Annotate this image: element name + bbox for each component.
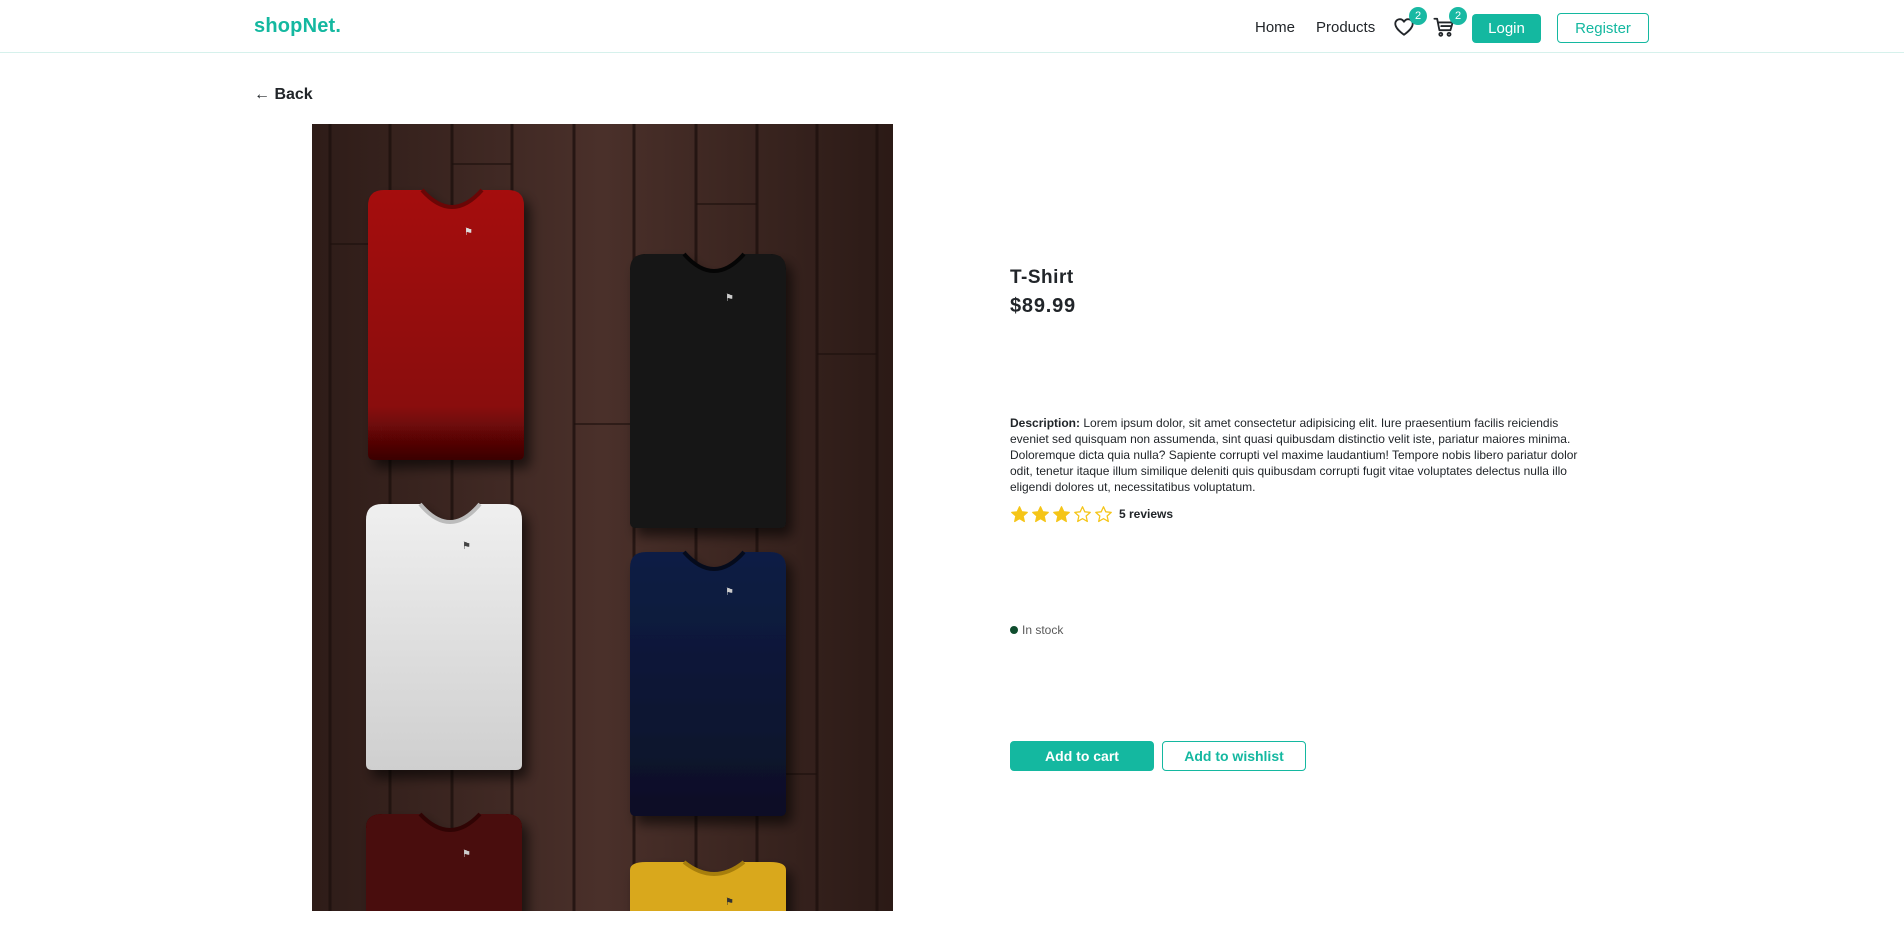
wishlist-button[interactable]: 2 bbox=[1393, 7, 1427, 40]
description-label: Description: bbox=[1010, 416, 1081, 430]
nav-home-link[interactable]: Home bbox=[1255, 19, 1295, 36]
register-button[interactable]: Register bbox=[1557, 13, 1649, 43]
star-filled-icon bbox=[1011, 505, 1028, 522]
product-image: ⚑ ⚑ ⚑ ⚑ ⚑ ⚑ bbox=[312, 124, 893, 911]
brand-logo[interactable]: shopNet. bbox=[254, 15, 341, 38]
cart-count-badge: 2 bbox=[1449, 7, 1467, 25]
svg-text:⚑: ⚑ bbox=[462, 849, 471, 860]
product-price: $89.99 bbox=[1010, 295, 1076, 317]
svg-text:⚑: ⚑ bbox=[464, 227, 473, 238]
product-description: Description: Lorem ipsum dolor, sit amet… bbox=[1010, 415, 1580, 495]
star-filled-icon bbox=[1032, 505, 1049, 522]
svg-text:⚑: ⚑ bbox=[725, 293, 734, 304]
rating-stars bbox=[1010, 505, 1115, 524]
svg-text:⚑: ⚑ bbox=[462, 541, 471, 552]
stock-dot-icon bbox=[1010, 626, 1018, 634]
description-text: Lorem ipsum dolor, sit amet consectetur … bbox=[1010, 416, 1578, 494]
add-to-cart-button[interactable]: Add to cart bbox=[1010, 741, 1154, 771]
login-button[interactable]: Login bbox=[1472, 14, 1541, 43]
product-title: T-Shirt bbox=[1010, 267, 1074, 288]
add-to-wishlist-button[interactable]: Add to wishlist bbox=[1162, 741, 1306, 771]
cart-button[interactable]: 2 bbox=[1433, 7, 1467, 40]
stock-label: In stock bbox=[1022, 623, 1064, 637]
svg-text:⚑: ⚑ bbox=[725, 897, 734, 908]
svg-text:⚑: ⚑ bbox=[725, 587, 734, 598]
stock-status: In stock bbox=[1010, 623, 1063, 637]
wishlist-count-badge: 2 bbox=[1409, 7, 1427, 25]
star-empty-icon bbox=[1095, 505, 1112, 522]
back-link[interactable]: ← Back bbox=[254, 86, 313, 104]
star-empty-icon bbox=[1074, 505, 1091, 522]
star-filled-icon bbox=[1053, 505, 1070, 522]
nav-products-link[interactable]: Products bbox=[1316, 19, 1375, 36]
reviews-count[interactable]: 5 reviews bbox=[1119, 507, 1173, 521]
product-rating: 5 reviews bbox=[1010, 504, 1173, 524]
navbar: shopNet. Home Products 2 2 Login Registe… bbox=[0, 0, 1904, 53]
